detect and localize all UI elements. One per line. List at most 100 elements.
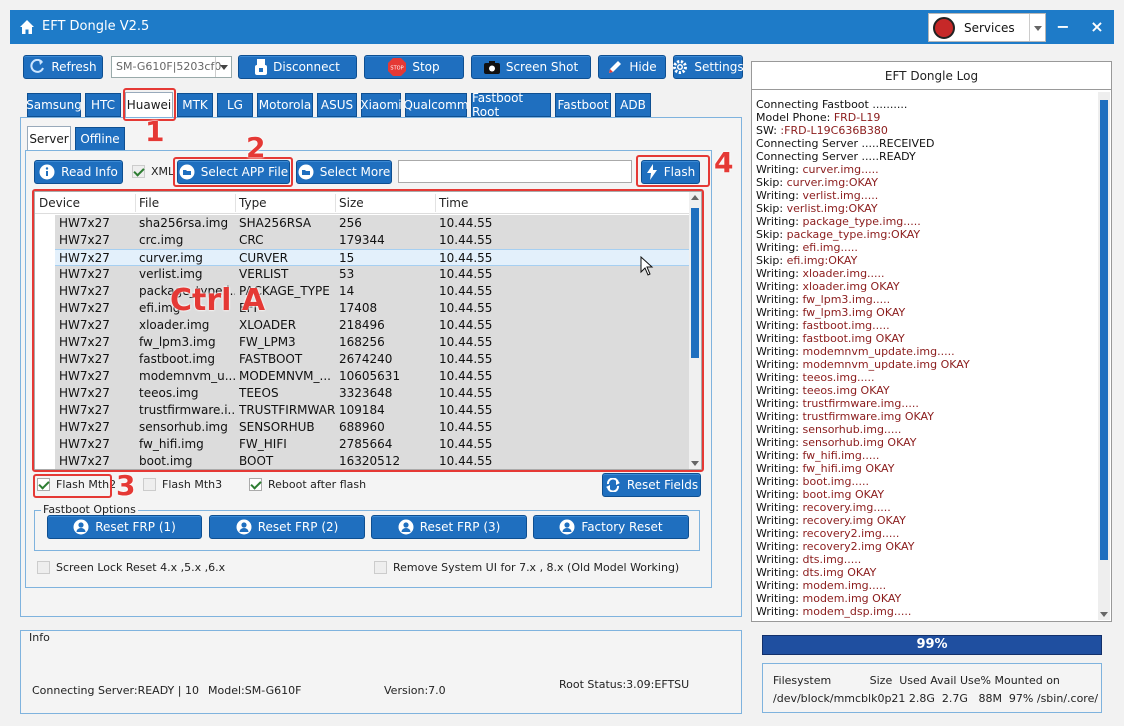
reset-frp-3-button[interactable]: Reset FRP (3) [371, 515, 527, 539]
progress-bar: 99% [762, 635, 1102, 655]
log-line-value: fw_lpm3.img..... [802, 293, 891, 306]
file-path-input[interactable] [398, 160, 632, 183]
tab-fastboot[interactable]: Fastboot [555, 93, 611, 117]
screen-lock-check-box[interactable] [37, 561, 50, 574]
read-info-button[interactable]: Read Info [34, 160, 123, 184]
log-line-value: recovery.img OKAY [802, 514, 906, 527]
log-line-key: Writing: [756, 436, 803, 449]
minimize-button[interactable]: − [1050, 14, 1076, 40]
log-line-value: modem.img..... [802, 579, 887, 592]
log-line-key: Writing: [756, 189, 803, 202]
stop-sign-icon: STOP [388, 58, 407, 76]
log-line: Skip: efi.img:OKAY [756, 254, 1096, 267]
log-line-value: dts.img..... [802, 553, 862, 566]
log-line-key: SW: [756, 124, 781, 137]
log-line: SW: :FRD-L19C636B380 [756, 124, 1096, 137]
log-line-value: FRD-L19 [833, 111, 881, 124]
annotation-box-flash-mth2 [33, 474, 112, 498]
tab-lg[interactable]: LG [217, 93, 253, 117]
log-line: Writing: xloader.img OKAY [756, 280, 1096, 293]
xml-label: XML [151, 165, 175, 178]
tab-htc[interactable]: HTC [85, 93, 121, 117]
hide-button[interactable]: Hide [598, 55, 666, 79]
log-line-value: fw_hifi.img OKAY [802, 462, 895, 475]
log-line: Connecting Server .....READY [756, 150, 1096, 163]
tab-mtk[interactable]: MTK [177, 93, 213, 117]
log-line-value: fastboot.img OKAY [802, 332, 905, 345]
log-scrollbar[interactable] [1098, 92, 1110, 620]
log-line-value: recovery.img..... [802, 501, 891, 514]
log-line-key: Writing: [756, 488, 803, 501]
tab-motorola[interactable]: Motorola [257, 93, 313, 117]
log-line-value: boot.img OKAY [802, 488, 885, 501]
log-line: Writing: recovery.img OKAY [756, 514, 1096, 527]
log-line-key: Skip: [756, 176, 787, 189]
flash-mth3-check-box[interactable] [143, 478, 156, 491]
stop-button[interactable]: STOP Stop [364, 55, 464, 79]
xml-check-box[interactable] [132, 165, 145, 178]
refresh-button[interactable]: Refresh [23, 55, 103, 79]
flash-mth3-checkbox[interactable]: Flash Mth3 [143, 478, 222, 491]
log-line-key: Writing: [756, 579, 803, 592]
user-icon [236, 519, 252, 535]
log-line-value: sensorhub.img..... [802, 423, 902, 436]
annotation-number-4: 4 [714, 146, 734, 179]
device-select[interactable]: SM-G610F|5203cf0 [111, 56, 232, 78]
disconnect-button[interactable]: Disconnect [238, 55, 357, 79]
log-line: Connecting Server .....RECEIVED [756, 137, 1096, 150]
tab-fastboot-root[interactable]: Fastboot Root [471, 91, 551, 119]
reset-fields-button[interactable]: Reset Fields [602, 473, 701, 497]
log-line-value: curver.img:OKAY [786, 176, 878, 189]
annotation-box-flash [636, 155, 710, 187]
reboot-after-flash-check-box[interactable] [249, 478, 262, 491]
remove-system-ui-check-box[interactable] [374, 561, 387, 574]
remove-system-ui-checkbox[interactable]: Remove System UI for 7.x , 8.x (Old Mode… [374, 561, 679, 574]
log-line: Writing: recovery2.img..... [756, 527, 1096, 540]
tab-server[interactable]: Server [27, 126, 71, 152]
log-line: Writing: sensorhub.img..... [756, 423, 1096, 436]
log-line-key: Writing: [756, 501, 803, 514]
log-line-key: Writing: [756, 293, 803, 306]
log-line-key: Writing: [756, 215, 803, 228]
log-line-key: Writing: [756, 410, 803, 423]
log-line-key: Writing: [756, 345, 803, 358]
factory-reset-button[interactable]: Factory Reset [533, 515, 689, 539]
reset-frp-1-button[interactable]: Reset FRP (1) [47, 515, 202, 539]
tab-adb[interactable]: ADB [615, 93, 651, 117]
tab-offline[interactable]: Offline [75, 127, 125, 151]
log-line-key: Writing: [756, 553, 803, 566]
progress-label: 99% [916, 637, 948, 652]
tab-qualcomm[interactable]: Qualcomm [403, 93, 469, 117]
log-line-value: efi.img..... [802, 241, 858, 254]
tab-samsung[interactable]: Samsung [26, 93, 82, 117]
reboot-after-flash-label: Reboot after flash [268, 478, 367, 491]
services-dropdown[interactable]: Services [928, 13, 1046, 42]
log-line-key: Writing: [756, 475, 803, 488]
tab-asus[interactable]: ASUS [317, 93, 357, 117]
reboot-after-flash-checkbox[interactable]: Reboot after flash [249, 478, 366, 491]
select-more-button[interactable]: Select More [296, 160, 392, 184]
read-info-label: Read Info [61, 165, 118, 179]
factory-reset-label: Factory Reset [581, 520, 663, 534]
chevron-down-icon[interactable] [215, 57, 231, 77]
connecting-status: Connecting Server:READY | 10 [32, 684, 199, 697]
log-line-value: teeos.img OKAY [802, 384, 890, 397]
log-line: Writing: boot.img..... [756, 475, 1096, 488]
log-line-key: Writing: [756, 384, 803, 397]
log-scroll-thumb[interactable] [1100, 100, 1108, 560]
screenshot-button[interactable]: Screen Shot [471, 55, 591, 79]
chevron-down-icon[interactable] [1029, 14, 1045, 41]
xml-checkbox[interactable]: XML [132, 165, 174, 178]
log-line: Model Phone: FRD-L19 [756, 111, 1096, 124]
close-button[interactable]: × [1084, 14, 1110, 40]
screen-lock-reset-checkbox[interactable]: Screen Lock Reset 4.x ,5.x ,6.x [37, 561, 225, 574]
log-line: Writing: recovery.img..... [756, 501, 1096, 514]
reset-frp-2-button[interactable]: Reset FRP (2) [209, 515, 365, 539]
scroll-down-icon[interactable] [1100, 612, 1108, 618]
settings-button[interactable]: Settings [673, 55, 744, 79]
log-line: Writing: trustfirmware.img..... [756, 397, 1096, 410]
usb-icon [255, 59, 268, 75]
log-line-key: Writing: [756, 605, 803, 618]
refresh-icon [30, 59, 45, 73]
tab-xiaomi[interactable]: Xiaomi [360, 93, 402, 117]
